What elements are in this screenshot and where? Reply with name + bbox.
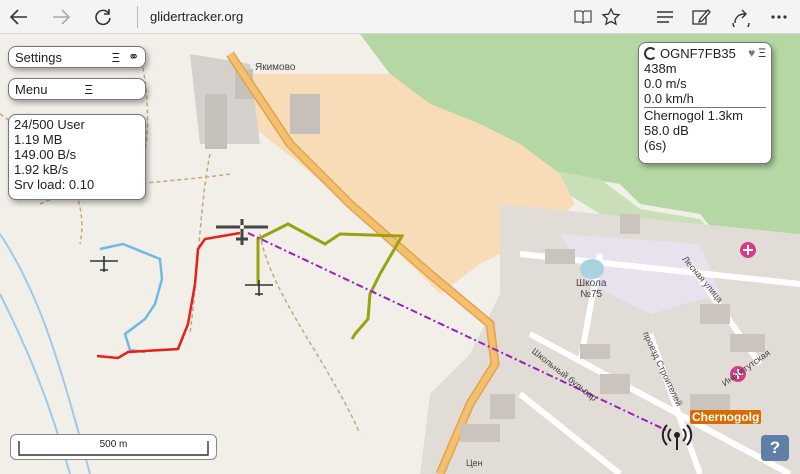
forward-arrow-icon[interactable] [48,4,74,30]
building-3 [290,94,320,134]
receiver-label: Chernogolg [690,410,762,424]
stat-srv-load: Srv load: 0.10 [14,177,95,192]
stat-rate-bytes: 149.00 B/s [14,147,77,162]
toolbar-separator [137,6,138,28]
reading-view-icon[interactable] [570,4,596,30]
glider-icon-3[interactable] [243,278,275,298]
glider-icon-selected[interactable] [214,217,270,247]
more-icon[interactable] [766,4,792,30]
track-red [96,231,241,360]
link-icon: ⚭ [128,49,139,64]
settings-menu-icon: Ξ [111,49,121,65]
favorite-heart-icon[interactable]: ♥ [748,46,755,61]
aircraft-header: OGNF7FB35 ♥ Ξ [644,46,766,61]
aircraft-id: OGNF7FB35 [660,46,736,61]
aircraft-altitude: 438m [644,61,677,76]
aircraft-speed: 0.0 km/h [644,91,766,108]
share-icon[interactable] [728,4,754,30]
stat-rate-kb: 1.92 kB/s [14,162,69,177]
favorite-star-icon[interactable] [598,4,624,30]
stat-users: 24/500 User [14,117,85,132]
track-olive [256,222,405,340]
back-arrow-icon[interactable] [6,4,32,30]
label-village: Якимово [255,62,296,73]
server-stats-panel: 24/500 User 1.19 MB 149.00 B/s 1.92 kB/s… [8,114,146,200]
settings-label: Settings [15,49,62,65]
web-note-icon[interactable] [688,4,714,30]
pond [580,259,604,279]
aircraft-menu-icon[interactable]: Ξ [758,46,766,61]
map-canvas[interactable]: Якимово Школа №75 Лесная улица проезд Ст… [0,34,800,474]
aircraft-climb: 0.0 m/s [644,76,687,91]
aircraft-receiver: Chernogol 1.3km [644,108,743,123]
settings-button[interactable]: Settings Ξ ⚭ [8,46,146,68]
aircraft-age: (6s) [644,138,667,153]
address-bar[interactable]: glidertracker.org [150,9,243,24]
menu-button[interactable]: Menu Ξ [8,78,146,100]
receiver-antenna-icon[interactable] [660,418,694,452]
menu-label: Menu [15,81,48,97]
browser-toolbar: glidertracker.org [0,0,800,34]
aircraft-info-panel: OGNF7FB35 ♥ Ξ 438m 0.0 m/s 0.0 km/h Cher… [638,42,772,164]
menu-icon: Ξ [84,81,93,97]
aircraft-signal: 58.0 dB [644,123,689,138]
stat-data: 1.19 MB [14,132,63,147]
glider-icon-2[interactable] [88,254,120,274]
help-button[interactable]: ? [761,435,789,461]
hub-list-icon[interactable] [652,4,678,30]
scale-label: 500 m [99,439,128,450]
building-1 [205,94,227,149]
refresh-icon[interactable] [90,4,116,30]
aircraft-spinner-icon [644,47,657,60]
label-school: Школа №75 [576,278,607,300]
label-street-5: Цен [466,458,483,468]
scale-bar: 500 m [10,434,217,460]
